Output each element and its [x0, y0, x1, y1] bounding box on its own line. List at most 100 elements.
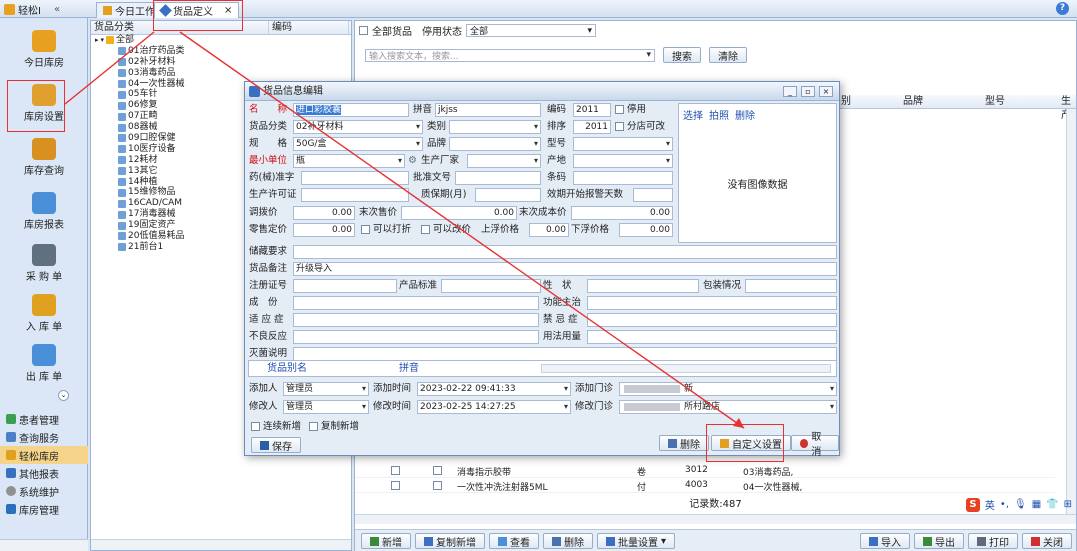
sort-field[interactable]: 2011 [573, 120, 611, 134]
production-license-field[interactable] [301, 188, 409, 202]
ime-logo-icon[interactable]: S [965, 497, 980, 512]
remarks-field[interactable]: 升级导入 [293, 262, 837, 276]
goods-horizontal-scrollbar[interactable] [355, 514, 1076, 524]
ime-punctuation-icon[interactable]: •, [1000, 499, 1009, 510]
retail-price-field[interactable]: 0.00 [293, 223, 355, 237]
tree-node[interactable]: 02补牙材料 [118, 57, 351, 68]
adverse-field[interactable] [293, 330, 539, 344]
table-row[interactable]: 一次性冲洗注射器5ML 付 4003 04一次性器械, [355, 479, 1055, 493]
disabled-checkbox[interactable] [615, 105, 624, 114]
brand-select[interactable] [449, 137, 541, 151]
expand-icon[interactable]: ▾ [101, 35, 105, 46]
spec-select[interactable]: 50G/盒 [293, 137, 423, 151]
mod-user-select[interactable]: 管理员 [283, 400, 369, 414]
help-icon[interactable]: ? [1056, 2, 1069, 15]
keyboard-icon[interactable]: ▦ [1032, 499, 1041, 510]
alias-scrollbar[interactable] [541, 364, 831, 373]
reg-no-field[interactable] [293, 279, 397, 293]
unit-settings-icon[interactable]: ⚙ [408, 155, 417, 166]
sterilization-field[interactable] [293, 347, 837, 361]
sidebar-scrollbar[interactable] [0, 539, 88, 551]
copy-add-button[interactable]: 复制新增 [415, 533, 485, 549]
grid-header-col[interactable]: 别 [841, 95, 851, 109]
alias-pinyin-header[interactable]: 拼音 [399, 361, 419, 376]
batch-settings-button[interactable]: 批量设置 ▾ [597, 533, 676, 549]
barcode-field[interactable] [573, 171, 673, 185]
property-field[interactable] [587, 279, 699, 293]
indication-field[interactable] [293, 313, 539, 327]
name-field[interactable]: 进口彩胶囊 [293, 103, 409, 117]
sidebar-expand-icon[interactable]: ⌄ [58, 390, 69, 401]
row-checkbox[interactable] [433, 466, 442, 475]
function-field[interactable] [587, 296, 837, 310]
add-button[interactable]: 新增 [361, 533, 411, 549]
add-time-field[interactable]: 2023-02-22 09:41:33 [417, 382, 571, 396]
sidebar-item-patient-management[interactable]: 患者管理 [0, 410, 88, 428]
sidebar-item-today-storeroom[interactable]: 今日库房 [0, 26, 88, 76]
allow-discount-checkbox[interactable] [361, 225, 370, 234]
export-button[interactable]: 导出 [914, 533, 964, 549]
mod-branch-select[interactable]: 所村路店 [619, 400, 837, 414]
view-button[interactable]: 查看 [489, 533, 539, 549]
category-select[interactable]: 02补牙材料 [293, 120, 423, 134]
expiry-warn-field[interactable] [633, 188, 673, 202]
packaging-field[interactable] [745, 279, 837, 293]
save-button[interactable]: 保存 [251, 437, 301, 453]
model-select[interactable] [573, 137, 673, 151]
last-sale-field[interactable]: 0.00 [401, 206, 517, 220]
sidebar-item-outbound-order[interactable]: 出 库 单 [0, 340, 88, 390]
clear-button[interactable]: 清除 [709, 47, 747, 63]
storage-field[interactable] [293, 245, 837, 259]
ingredients-field[interactable] [293, 296, 539, 310]
drug-license-field[interactable] [301, 171, 409, 185]
sidebar-collapse-button[interactable]: « [54, 4, 60, 15]
grid-menu-icon[interactable]: ⊞ [1064, 499, 1072, 510]
float-down-field[interactable]: 0.00 [619, 223, 673, 237]
code-field[interactable]: 2011 [573, 103, 611, 117]
row-checkbox[interactable] [391, 481, 400, 490]
approval-no-field[interactable] [455, 171, 541, 185]
image-capture-link[interactable]: 拍照 [709, 107, 729, 122]
grid-header-model[interactable]: 型号 [985, 95, 1005, 109]
table-row[interactable]: 消毒指示胶带 卷 3012 03消毒药品, [355, 464, 1055, 478]
origin-select[interactable] [573, 154, 673, 168]
dialog-delete-button[interactable]: 删除 [659, 435, 709, 451]
grid-header-brand[interactable]: 品牌 [903, 95, 923, 109]
sidebar-item-storeroom-report[interactable]: 库房报表 [0, 188, 88, 238]
last-cost-field[interactable]: 0.00 [571, 206, 673, 220]
float-up-field[interactable]: 0.00 [529, 223, 569, 237]
sidebar-item-storeroom-management[interactable]: 库房管理 [0, 500, 88, 518]
tree-node[interactable]: 01治疗药品类 [118, 46, 351, 57]
search-button[interactable]: 搜索 [663, 47, 701, 63]
allow-change-price-checkbox[interactable] [421, 225, 430, 234]
sidebar-item-system-maintenance[interactable]: 系统维护 [0, 482, 88, 500]
stop-status-select[interactable]: 全部 ▾ [466, 24, 596, 37]
delete-button[interactable]: 删除 [543, 533, 593, 549]
copy-new-checkbox[interactable] [309, 422, 318, 431]
close-button[interactable]: 关闭 [1022, 533, 1072, 549]
row-checkbox[interactable] [433, 481, 442, 490]
sidebar-item-other-reports[interactable]: 其他报表 [0, 464, 88, 482]
tree-node-root[interactable]: ▸ ▾ 全部 [91, 35, 351, 46]
microphone-icon[interactable]: 🎙 [1014, 499, 1027, 510]
alias-header[interactable]: 货品别名 [267, 361, 307, 376]
tree-node[interactable]: 03消毒药品 [118, 68, 351, 79]
usage-field[interactable] [587, 330, 837, 344]
cancel-button[interactable]: 取消 [791, 432, 839, 458]
goods-vertical-scrollbar[interactable] [1066, 109, 1076, 514]
sidebar-item-inbound-order[interactable]: 入 库 单 [0, 290, 88, 340]
sidebar-item-purchase-order[interactable]: 采 购 单 [0, 240, 88, 290]
skin-icon[interactable]: 👕 [1046, 499, 1058, 510]
min-unit-select[interactable]: 瓶 [293, 154, 405, 168]
row-checkbox[interactable] [391, 466, 400, 475]
restore-button[interactable]: ▫ [801, 86, 815, 97]
continue-new-checkbox[interactable] [251, 422, 260, 431]
tree-horizontal-scrollbar[interactable] [91, 539, 351, 550]
add-branch-select[interactable]: 新 [619, 382, 837, 396]
shelf-life-field[interactable] [475, 188, 541, 202]
all-goods-checkbox[interactable] [359, 26, 368, 35]
sidebar-item-stock-query[interactable]: 库存查询 [0, 134, 88, 184]
image-select-link[interactable]: 选择 [683, 107, 703, 122]
dialog-title-bar[interactable]: 货品信息编辑 _ ▫ × [245, 82, 839, 101]
sidebar-item-easy-storeroom[interactable]: 轻松库房 [0, 446, 88, 464]
